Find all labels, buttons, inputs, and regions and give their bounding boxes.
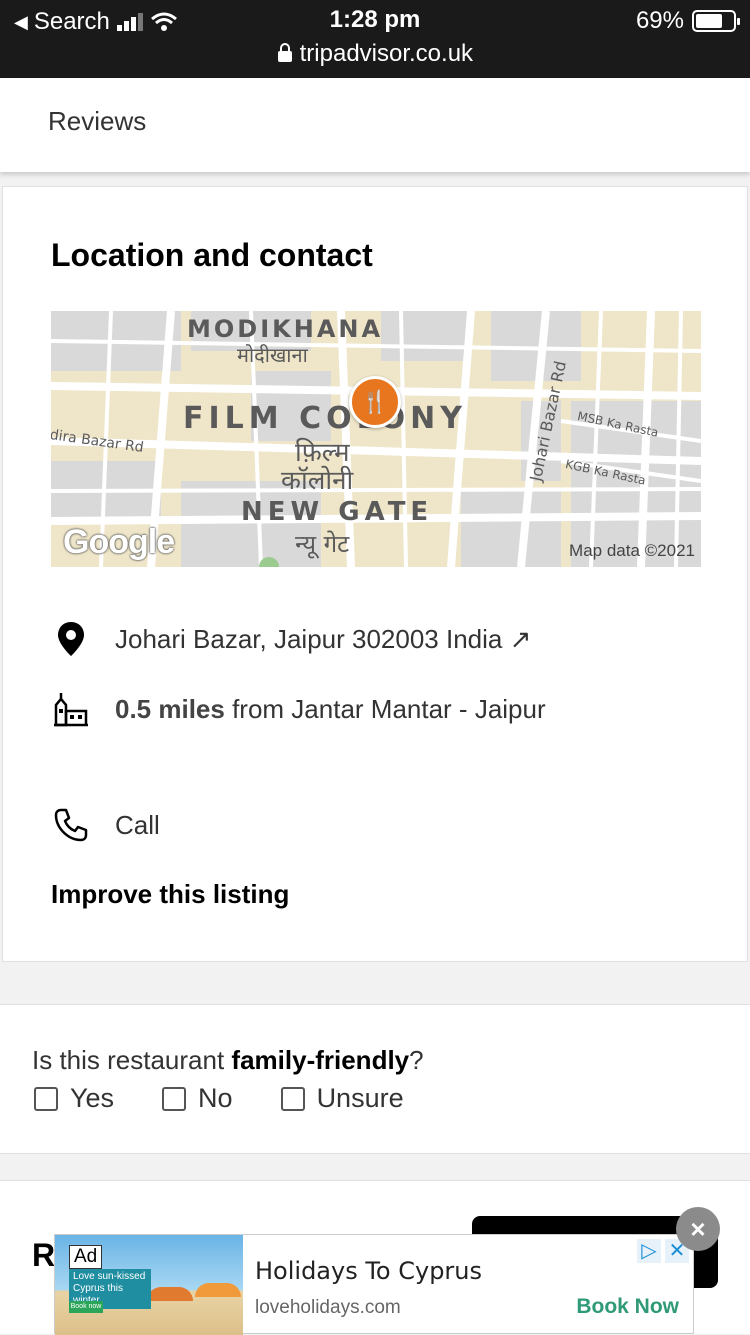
section-tabs: Reviews (0, 78, 750, 172)
map-label-film-colony-hindi-2: कॉलोनी (281, 466, 354, 496)
option-yes[interactable]: Yes (34, 1083, 114, 1114)
distance-landmark: from Jantar Mantar - Jaipur (224, 693, 546, 724)
ad-title[interactable]: Holidays To Cyprus (255, 1257, 482, 1285)
tab-reviews[interactable]: Reviews (48, 106, 146, 137)
ad-book-now-button[interactable]: Book Now (576, 1295, 679, 1319)
checkbox-no[interactable] (162, 1086, 187, 1111)
improve-listing-link[interactable]: Improve this listing (51, 879, 289, 910)
battery-percent: 69% (635, 7, 684, 34)
lock-icon (277, 43, 292, 62)
option-yes-label: Yes (70, 1083, 115, 1113)
phone-icon (51, 805, 91, 845)
address-text[interactable]: Johari Bazar, Jaipur 302003 India ↗ (115, 624, 531, 655)
map-label-modikhana-hindi: मोदीखाना (237, 343, 308, 367)
option-no-label: No (198, 1083, 233, 1113)
map-label-new-gate: NEW GATE (241, 497, 434, 527)
battery-icon (692, 10, 740, 32)
ad-domain: loveholidays.com (255, 1297, 401, 1318)
family-friendly-question: Is this restaurant family-friendly? (32, 1045, 424, 1076)
map-label-film-colony: FILM COLONY (183, 401, 467, 436)
map-label-modikhana: MODIKHANA (187, 315, 384, 343)
option-unsure[interactable]: Unsure (280, 1083, 404, 1114)
location-contact-card: Location and contact MODIKHANA मोदीखाना … (2, 186, 748, 962)
status-bar: ◀ Search 1:28 pm tripadvisor.co.uk 69% (0, 0, 750, 78)
ad-image-button: Book now (69, 1301, 103, 1313)
external-link-icon: ↗ (509, 623, 532, 654)
map-attribution: Map data ©2021 (569, 541, 695, 560)
question-start: Is this restaurant (32, 1045, 232, 1075)
map-label-new-gate-hindi: न्यू गेट (295, 530, 350, 558)
google-logo: Google (63, 523, 175, 561)
umbrella-shape (147, 1287, 193, 1301)
url-text: tripadvisor.co.uk (299, 40, 474, 67)
landmark-building-icon (51, 689, 91, 729)
distance-value: 0.5 miles (115, 693, 225, 724)
ad-badge: Ad (69, 1245, 103, 1269)
call-row[interactable]: Call (51, 805, 160, 845)
family-friendly-options: Yes No Unsure (34, 1083, 452, 1114)
distance-text: 0.5 miles from Jantar Mantar - Jaipur (115, 694, 546, 725)
location-map[interactable]: MODIKHANA मोदीखाना FILM COLONY फ़िल्म कॉ… (51, 311, 701, 567)
tab-underline (0, 169, 196, 172)
option-no[interactable]: No (162, 1083, 233, 1114)
battery-status: 69% (635, 7, 740, 35)
option-unsure-label: Unsure (316, 1083, 404, 1113)
address-row[interactable]: Johari Bazar, Jaipur 302003 India ↗ (51, 619, 531, 659)
family-friendly-card: Is this restaurant family-friendly? Yes … (0, 1004, 750, 1154)
call-link[interactable]: Call (115, 810, 160, 841)
adchoices-icon[interactable]: ▷ (637, 1239, 661, 1263)
url-bar[interactable]: tripadvisor.co.uk (0, 40, 750, 68)
address-value: Johari Bazar, Jaipur 302003 India (115, 623, 503, 654)
next-section-title: R (32, 1237, 56, 1273)
section-title: Location and contact (51, 237, 373, 273)
ad-image[interactable]: Ad Love sun-kissed Cyprus this winter Bo… (55, 1235, 243, 1335)
checkbox-unsure[interactable] (280, 1086, 305, 1111)
checkbox-yes[interactable] (34, 1086, 58, 1111)
distance-row: 0.5 miles from Jantar Mantar - Jaipur (51, 689, 546, 729)
location-pin-icon (51, 619, 91, 659)
question-end: ? (409, 1045, 424, 1075)
ad-close-button[interactable]: × (676, 1207, 720, 1251)
restaurant-pin-icon[interactable]: 🍴 (349, 376, 401, 428)
question-bold: family-friendly (231, 1045, 410, 1075)
umbrella-shape (195, 1283, 241, 1297)
ad-banner[interactable]: Ad Love sun-kissed Cyprus this winter Bo… (54, 1234, 694, 1335)
